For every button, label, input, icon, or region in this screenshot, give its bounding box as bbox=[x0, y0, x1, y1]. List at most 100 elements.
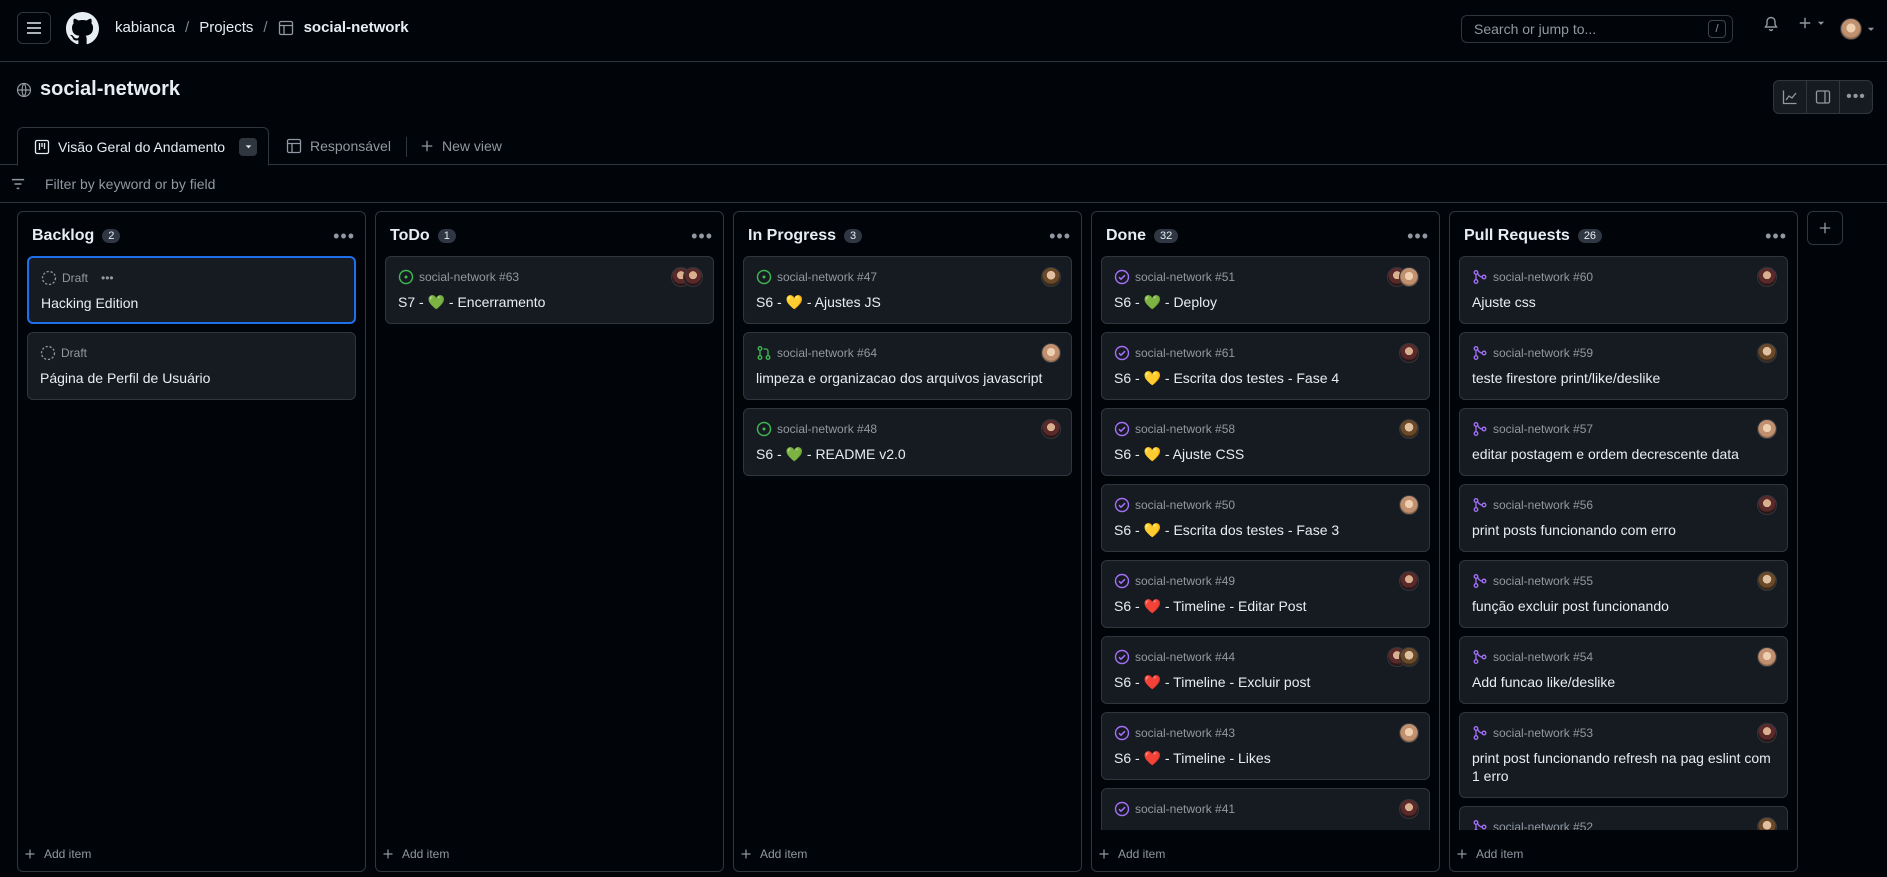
card-list: social-network #60 Ajuste css social-netwo… bbox=[1459, 256, 1788, 830]
add-column-button[interactable] bbox=[1807, 211, 1843, 245]
issue-open-icon bbox=[756, 269, 772, 285]
menu-button[interactable] bbox=[17, 12, 51, 44]
assignees bbox=[1041, 343, 1061, 363]
board-card[interactable]: social-network #51 S6 - 💚 - Deploy bbox=[1101, 256, 1430, 324]
create-new-button[interactable] bbox=[1798, 16, 1826, 30]
card-title[interactable]: S6 - 💛 - Escrita dos testes - Fase 3 bbox=[1114, 521, 1417, 539]
more-options-button[interactable]: ••• bbox=[1840, 81, 1872, 113]
card-reference: social-network #52 bbox=[1493, 820, 1594, 830]
card-meta: social-network #41 bbox=[1114, 801, 1235, 817]
assignees bbox=[1399, 419, 1419, 439]
column-count-badge: 32 bbox=[1154, 229, 1179, 243]
issue-closed-icon bbox=[1114, 497, 1130, 513]
card-meta: social-network #59 bbox=[1472, 345, 1593, 361]
column-header: ToDo 1 ••• bbox=[390, 224, 713, 248]
filter-input[interactable]: Filter by keyword or by field bbox=[45, 176, 215, 192]
board-card[interactable]: social-network #58 S6 - 💛 - Ajuste CSS bbox=[1101, 408, 1430, 476]
assignees bbox=[1757, 571, 1777, 591]
board-card[interactable]: social-network #64 limpeza e organizacao … bbox=[743, 332, 1072, 400]
card-title[interactable]: S6 - 💚 - Deploy bbox=[1114, 293, 1417, 311]
board-card[interactable]: social-network #54 Add funcao like/deslik… bbox=[1459, 636, 1788, 704]
board-card[interactable]: social-network #63 S7 - 💚 - Encerramento bbox=[385, 256, 714, 324]
board-card[interactable]: social-network #52 bbox=[1459, 806, 1788, 830]
add-item-button[interactable]: Add item bbox=[1098, 847, 1165, 861]
github-logo-icon[interactable] bbox=[66, 12, 99, 45]
assignees bbox=[1387, 647, 1419, 667]
avatar bbox=[1399, 343, 1419, 363]
card-title[interactable]: Hacking Edition bbox=[41, 294, 342, 312]
card-title[interactable]: S6 - 💛 - Ajustes JS bbox=[756, 293, 1059, 311]
column-header: In Progress 3 ••• bbox=[748, 224, 1071, 248]
card-title[interactable]: S6 - ❤️ - Timeline - Likes bbox=[1114, 749, 1417, 767]
tab-board-view[interactable]: Visão Geral do Andamento bbox=[17, 127, 269, 166]
card-title[interactable]: print post funcionando refresh na pag es… bbox=[1472, 749, 1775, 785]
board-card[interactable]: social-network #41 bbox=[1101, 788, 1430, 830]
card-title[interactable]: Página de Perfil de Usuário bbox=[40, 369, 343, 387]
card-title[interactable]: limpeza e organizacao dos arquivos javas… bbox=[756, 369, 1059, 387]
board-card[interactable]: social-network #53 print post funcionando… bbox=[1459, 712, 1788, 798]
board-card[interactable]: social-network #44 S6 - ❤️ - Timeline - E… bbox=[1101, 636, 1430, 704]
board-card[interactable]: social-network #49 S6 - ❤️ - Timeline - E… bbox=[1101, 560, 1430, 628]
breadcrumb-projects[interactable]: Projects bbox=[199, 19, 253, 36]
column-options-button[interactable]: ••• bbox=[1407, 226, 1429, 247]
avatar bbox=[1757, 495, 1777, 515]
card-list: social-network #51 S6 - 💚 - Deploy social-… bbox=[1101, 256, 1430, 830]
board-card[interactable]: social-network #59 teste firestore print/… bbox=[1459, 332, 1788, 400]
add-item-button[interactable]: Add item bbox=[1456, 847, 1523, 861]
card-meta: social-network #51 bbox=[1114, 269, 1235, 285]
card-title[interactable]: Ajuste css bbox=[1472, 293, 1775, 311]
card-title[interactable]: função excluir post funcionando bbox=[1472, 597, 1775, 615]
card-title[interactable]: S6 - 💛 - Escrita dos testes - Fase 4 bbox=[1114, 369, 1417, 387]
card-title[interactable]: S6 - 💛 - Ajuste CSS bbox=[1114, 445, 1417, 463]
card-title[interactable]: S7 - 💚 - Encerramento bbox=[398, 293, 701, 311]
card-title[interactable]: Add funcao like/deslike bbox=[1472, 673, 1775, 691]
merged-icon bbox=[1473, 650, 1487, 664]
tab-responsavel[interactable]: Responsável bbox=[286, 127, 391, 165]
column-options-button[interactable]: ••• bbox=[691, 226, 713, 247]
table-icon bbox=[278, 20, 293, 35]
board-card[interactable]: social-network #55 função excluir post fu… bbox=[1459, 560, 1788, 628]
board-card[interactable]: Draft ••• Hacking Edition bbox=[27, 256, 356, 324]
board-card[interactable]: social-network #56 print posts funcionand… bbox=[1459, 484, 1788, 552]
board-card[interactable]: social-network #48 S6 - 💚 - README v2.0 bbox=[743, 408, 1072, 476]
search-input[interactable]: Search or jump to... / bbox=[1461, 15, 1733, 43]
column-count-badge: 2 bbox=[102, 229, 121, 243]
card-title[interactable]: S6 - 💚 - README v2.0 bbox=[756, 445, 1059, 463]
board-card[interactable]: social-network #57 editar postagem e orde… bbox=[1459, 408, 1788, 476]
card-title[interactable]: print posts funcionando com erro bbox=[1472, 521, 1775, 539]
board-card[interactable]: social-network #50 S6 - 💛 - Escrita dos t… bbox=[1101, 484, 1430, 552]
insights-button[interactable] bbox=[1774, 81, 1807, 113]
board-card[interactable]: social-network #43 S6 - ❤️ - Timeline - L… bbox=[1101, 712, 1430, 780]
breadcrumb-separator: / bbox=[263, 19, 268, 36]
card-options-button[interactable]: ••• bbox=[101, 271, 114, 285]
view-options-dropdown[interactable] bbox=[239, 137, 258, 156]
board-card[interactable]: social-network #61 S6 - 💛 - Escrita dos t… bbox=[1101, 332, 1430, 400]
breadcrumb-project[interactable]: social-network bbox=[278, 19, 409, 36]
card-reference: social-network #63 bbox=[419, 270, 520, 284]
user-menu-button[interactable] bbox=[1840, 18, 1876, 40]
new-view-button[interactable]: New view bbox=[420, 127, 502, 165]
breadcrumb-owner[interactable]: kabianca bbox=[115, 19, 175, 36]
column-options-button[interactable]: ••• bbox=[1049, 226, 1071, 247]
side-panel-button[interactable] bbox=[1807, 81, 1840, 113]
column-options-button[interactable]: ••• bbox=[333, 226, 355, 247]
plus-icon bbox=[383, 849, 393, 859]
add-item-button[interactable]: Add item bbox=[382, 847, 449, 861]
assignees bbox=[1399, 343, 1419, 363]
card-meta: social-network #64 bbox=[756, 345, 877, 361]
card-reference: social-network #41 bbox=[1135, 802, 1236, 816]
board-card[interactable]: social-network #47 S6 - 💛 - Ajustes JS bbox=[743, 256, 1072, 324]
card-title[interactable]: teste firestore print/like/deslike bbox=[1472, 369, 1775, 387]
card-title[interactable]: S6 - ❤️ - Timeline - Editar Post bbox=[1114, 597, 1417, 615]
board-card[interactable]: social-network #60 Ajuste css bbox=[1459, 256, 1788, 324]
filter-bar[interactable]: Filter by keyword or by field bbox=[0, 165, 1887, 203]
column-options-button[interactable]: ••• bbox=[1765, 226, 1787, 247]
card-title[interactable]: S6 - ❤️ - Timeline - Excluir post bbox=[1114, 673, 1417, 691]
column-count-badge: 26 bbox=[1577, 229, 1603, 243]
card-title[interactable]: editar postagem e ordem decrescente data bbox=[1472, 445, 1775, 463]
add-item-button[interactable]: Add item bbox=[24, 847, 91, 861]
board-card[interactable]: Draft Página de Perfil de Usuário bbox=[27, 332, 356, 400]
notifications-button[interactable] bbox=[1763, 16, 1779, 32]
add-item-button[interactable]: Add item bbox=[740, 847, 807, 861]
column-done: Done 32 ••• social-network #51 S6 - 💚 - Depl… bbox=[1091, 211, 1440, 872]
